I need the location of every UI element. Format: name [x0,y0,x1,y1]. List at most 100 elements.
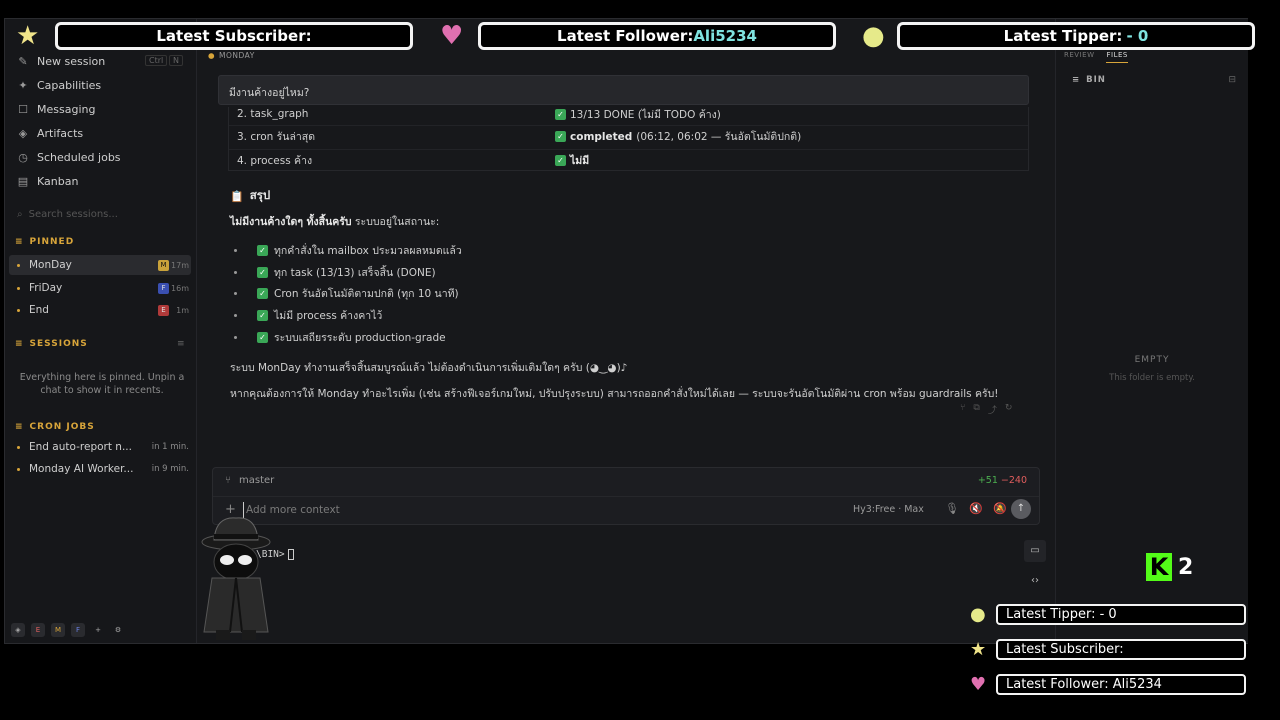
session-time: 1m [176,305,189,315]
folder-header[interactable]: ≡ BIN [1072,75,1106,85]
bullet-dot [234,292,237,296]
heart-icon: ♥ [970,674,987,695]
speaker-mute-icon[interactable]: 🔇 [969,502,983,515]
cron-dot [17,467,20,471]
retry-icon[interactable]: ↻ [1005,403,1013,416]
branch-name[interactable]: master [239,475,274,486]
search-placeholder: Search sessions... [28,209,118,220]
overlay-latest-subscriber: Latest Subscriber: [55,22,413,50]
summary-heading: 📋 สรุป [230,187,270,205]
nav-label: Messaging [37,103,96,116]
nav-new-session[interactable]: ✎ New session [17,55,105,68]
tab-monday[interactable]: ● MONDAY [208,51,255,60]
artifact-icon: ◈ [18,126,28,140]
tab-review[interactable]: REVIEW [1064,51,1094,63]
sparkle-icon: ✦ [18,78,28,92]
session-search[interactable]: ⌕ Search sessions... [17,209,118,220]
terminal-toggle-buttons: ▭ ‹› [1024,540,1046,592]
git-branch-icon: ⑂ [225,475,231,486]
table-cell: 3. cron รันล่าสุด [237,131,316,143]
folder-icon: ≡ [1072,75,1081,85]
kick-viewer-count: K 2 [1146,553,1193,581]
table-row: 3. cron รันล่าสุด ✓ completed (06:12, 06:0… [229,125,1028,147]
cron-job-row[interactable]: End auto-report n... in 1 min. [9,438,191,456]
nav-kanban[interactable]: ▤ Kanban [17,175,79,188]
code-icon[interactable]: ‹› [1024,570,1046,592]
collapse-icon[interactable]: ⊟ [1228,75,1236,85]
cell-text: 13/13 DONE (ไม่มี TODO ค้าง) [570,108,721,121]
agent-e-button[interactable]: E [31,623,45,637]
star-icon: ★ [16,21,40,51]
copy-icon[interactable]: ⧉ [973,403,979,416]
folder-name: BIN [1086,75,1106,85]
followup-paragraph: หากคุณต้องการให้ Monday ทำอะไรเพิ่ม (เช่… [230,388,999,400]
bullet-dot [234,335,237,339]
microphone-icon[interactable]: 🎙 [945,502,959,515]
agent-m-button[interactable]: M [51,623,65,637]
empty-title: EMPTY [1134,355,1170,365]
table-row: 2. task_graph ✓ 13/13 DONE (ไม่มี TODO ค้… [229,103,1028,125]
sessions-title: SESSIONS [29,339,88,349]
cron-time: in 1 min. [151,442,189,452]
pinned-session-monday[interactable]: MonDay M 17m [9,255,191,275]
composer: ⑂ master +51 −240 + Hy3:Free · Max 🎙 🔇 🔕… [212,467,1040,525]
overlay-small-follower: Latest Follower: Ali5234 [996,674,1246,695]
check-icon: ✓ [555,155,566,166]
pinned-title: PINNED [29,237,75,247]
bullet-dot [234,314,237,318]
summary-rest: ระบบอยู่ในสถานะ: [351,216,440,228]
settings-icon[interactable]: ⚙ [111,623,125,637]
table-row: 4. process ค้าง ✓ ไม่มี [229,149,1028,171]
cell-text: (06:12, 06:02 — รันอัตโนมัติปกติ) [636,131,802,143]
nav-messaging[interactable]: ☐ Messaging [17,103,95,116]
session-badge: M [158,259,169,271]
send-button[interactable]: ↑ [1011,499,1031,519]
cron-header: ≡ CRON JOBS [15,422,95,432]
coin-icon: ● [862,21,885,51]
overlay-latest-tipper: Latest Tipper: - 0 [897,22,1255,50]
list-item-text: ทุกคำสั่งใน mailbox ประมวลผลหมดแล้ว [274,245,462,258]
overlay-small-tipper: Latest Tipper: - 0 [996,604,1246,625]
overlay-follower-name: Ali5234 [693,27,757,45]
context-input[interactable] [243,502,803,518]
list-item-text: Cron รันอัตโนมัติตามปกติ (ทุก 10 นาที) [274,288,459,301]
session-name: MonDay [29,259,72,271]
session-dot [17,263,20,267]
user-prompt: มีงานค้างอยู่ไหม? [218,75,1029,105]
layers-icon[interactable]: ◈ [11,623,25,637]
branch-icon[interactable]: ⑂ [960,403,965,416]
nav-capabilities[interactable]: ✦ Capabilities [17,79,101,92]
sessions-header: ≡ SESSIONS [15,339,88,349]
nav-artifacts[interactable]: ◈ Artifacts [17,127,83,140]
check-icon: ✓ [257,245,268,257]
nav-scheduled-jobs[interactable]: ◷ Scheduled jobs [17,151,121,164]
pinned-note: Everything here is pinned. Unpin a chat … [19,372,185,396]
terminal-cursor [287,549,294,560]
list-item: ✓ ไม่มี process ค้างคาไว้ [234,305,462,327]
diff-additions: +51 [977,475,998,486]
agent-f-button[interactable]: F [71,623,85,637]
nav-label: Scheduled jobs [37,151,121,164]
check-icon: ✓ [257,310,268,322]
section-icon: ≡ [15,422,24,432]
add-icon[interactable]: + [91,623,105,637]
tab-files[interactable]: FILES [1106,51,1128,63]
tab-label: MONDAY [219,51,255,60]
cron-title: CRON JOBS [29,422,95,432]
notification-off-icon[interactable]: 🔕 [993,502,1007,515]
star-icon: ★ [970,639,987,660]
cron-name: End auto-report n... [29,441,132,453]
model-selector[interactable]: Hy3:Free · Max [853,504,924,515]
filter-icon[interactable]: ≡ [177,339,185,349]
cron-job-row[interactable]: Monday AI Worker... in 9 min. [9,460,191,478]
pinned-session-friday[interactable]: FriDay F 16m [9,278,191,298]
summary-title: สรุป [249,188,271,202]
cell-bold-text: ไม่มี [570,155,590,167]
spy-avatar-image [201,517,271,640]
summary-paragraph: ไม่มีงานค้างใดๆ ทั้งสิ้นครับ ระบบอยู่ในส… [230,213,439,230]
summary-list: ✓ ทุกคำสั่งใน mailbox ประมวลผลหมดแล้ว ✓ ทุ… [234,240,462,348]
kick-count: 2 [1178,554,1194,580]
pinned-session-end[interactable]: End E 1m [9,300,191,320]
fork-icon[interactable]: ⤴ [988,403,997,416]
terminal-icon[interactable]: ▭ [1024,540,1046,562]
